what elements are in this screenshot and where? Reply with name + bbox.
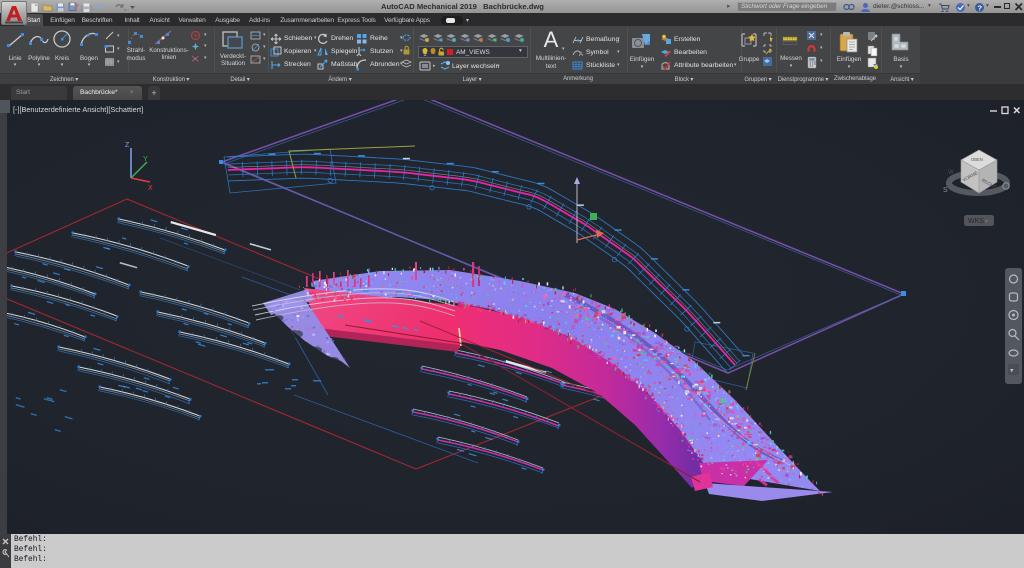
svg-text:X: X <box>148 185 153 192</box>
svg-text:[-][Benutzerdefinierte Ansicht: [-][Benutzerdefinierte Ansicht][Schattie… <box>13 105 143 114</box>
svg-text:A: A <box>579 52 583 58</box>
svg-text:▾: ▾ <box>1010 368 1014 375</box>
svg-text:W: W <box>948 170 954 176</box>
svg-text:?: ? <box>978 3 983 12</box>
svg-text:▾: ▾ <box>985 219 988 225</box>
svg-text:Y: Y <box>143 156 148 163</box>
svg-text:S: S <box>943 187 948 194</box>
svg-text:Z: Z <box>125 142 130 149</box>
svg-text:WKS: WKS <box>968 218 984 225</box>
svg-text:OBEN: OBEN <box>971 157 983 162</box>
